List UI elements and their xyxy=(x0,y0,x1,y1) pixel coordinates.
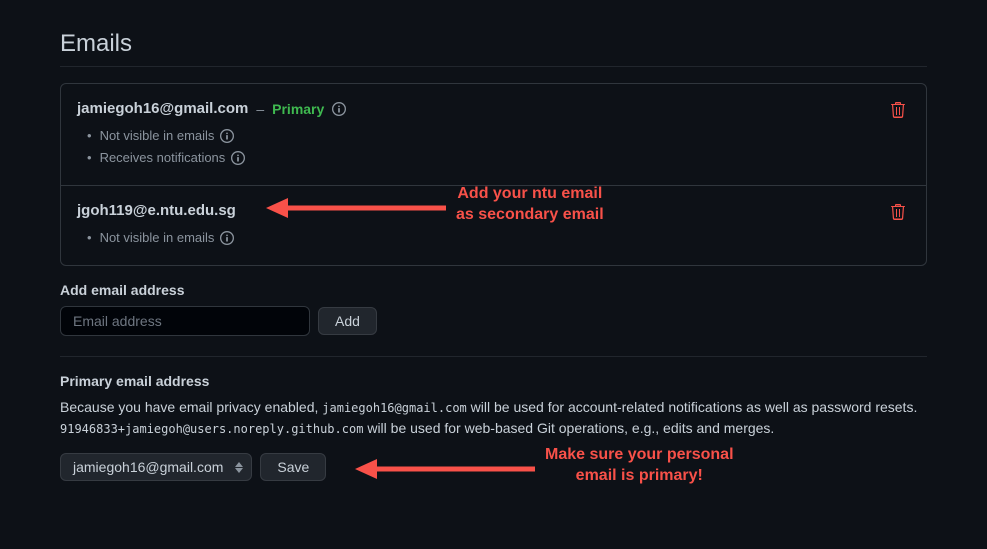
add-email-form: Add xyxy=(60,306,927,336)
annotation-arrow xyxy=(355,457,535,481)
select-value: jamiegoh16@gmail.com xyxy=(73,459,223,475)
desc-email-code: jamiegoh16@gmail.com xyxy=(322,401,467,415)
email-item-primary: jamiegoh16@gmail.com – Primary Not visib… xyxy=(61,84,926,186)
annotation-text-primary: Make sure your personal email is primary… xyxy=(545,445,734,487)
email-list: jamiegoh16@gmail.com – Primary Not visib… xyxy=(60,83,927,266)
divider xyxy=(60,356,927,357)
email-input[interactable] xyxy=(60,306,310,336)
select-caret-icon xyxy=(235,462,243,473)
primary-email-form: jamiegoh16@gmail.com Save Make sure your… xyxy=(60,453,927,481)
info-icon[interactable] xyxy=(220,231,234,245)
meta-text: Not visible in emails xyxy=(100,125,215,147)
email-address: jgoh119@e.ntu.edu.sg xyxy=(77,202,236,219)
desc-suffix: will be used for web-based Git operation… xyxy=(363,420,774,436)
info-icon[interactable] xyxy=(231,151,245,165)
add-email-label: Add email address xyxy=(60,282,927,298)
primary-badge: Primary xyxy=(272,101,324,117)
email-meta-list: Not visible in emails Receives notificat… xyxy=(77,125,910,169)
page-title: Emails xyxy=(60,30,927,67)
delete-email-button[interactable] xyxy=(886,98,910,125)
email-meta-item: Not visible in emails xyxy=(87,125,910,147)
save-button[interactable]: Save xyxy=(260,453,326,481)
meta-text: Not visible in emails xyxy=(100,227,215,249)
info-icon[interactable] xyxy=(220,129,234,143)
email-meta-list: Not visible in emails xyxy=(77,227,910,249)
desc-prefix: Because you have email privacy enabled, xyxy=(60,399,322,415)
trash-icon xyxy=(890,204,906,220)
dash: – xyxy=(256,101,264,117)
email-header: jamiegoh16@gmail.com – Primary xyxy=(77,100,910,117)
primary-email-description: Because you have email privacy enabled, … xyxy=(60,397,927,439)
email-address: jamiegoh16@gmail.com xyxy=(77,100,248,117)
primary-email-label: Primary email address xyxy=(60,373,927,389)
email-header: jgoh119@e.ntu.edu.sg xyxy=(77,202,910,219)
primary-email-select[interactable]: jamiegoh16@gmail.com xyxy=(60,453,252,481)
add-button[interactable]: Add xyxy=(318,307,377,335)
info-icon[interactable] xyxy=(332,102,346,116)
email-meta-item: Receives notifications xyxy=(87,147,910,169)
desc-mid: will be used for account-related notific… xyxy=(467,399,918,415)
email-meta-item: Not visible in emails xyxy=(87,227,910,249)
delete-email-button[interactable] xyxy=(886,200,910,227)
email-item-secondary: jgoh119@e.ntu.edu.sg Not visible in emai… xyxy=(61,186,926,265)
trash-icon xyxy=(890,102,906,118)
desc-noreply-code: 91946833+jamiegoh@users.noreply.github.c… xyxy=(60,422,363,436)
meta-text: Receives notifications xyxy=(100,147,226,169)
